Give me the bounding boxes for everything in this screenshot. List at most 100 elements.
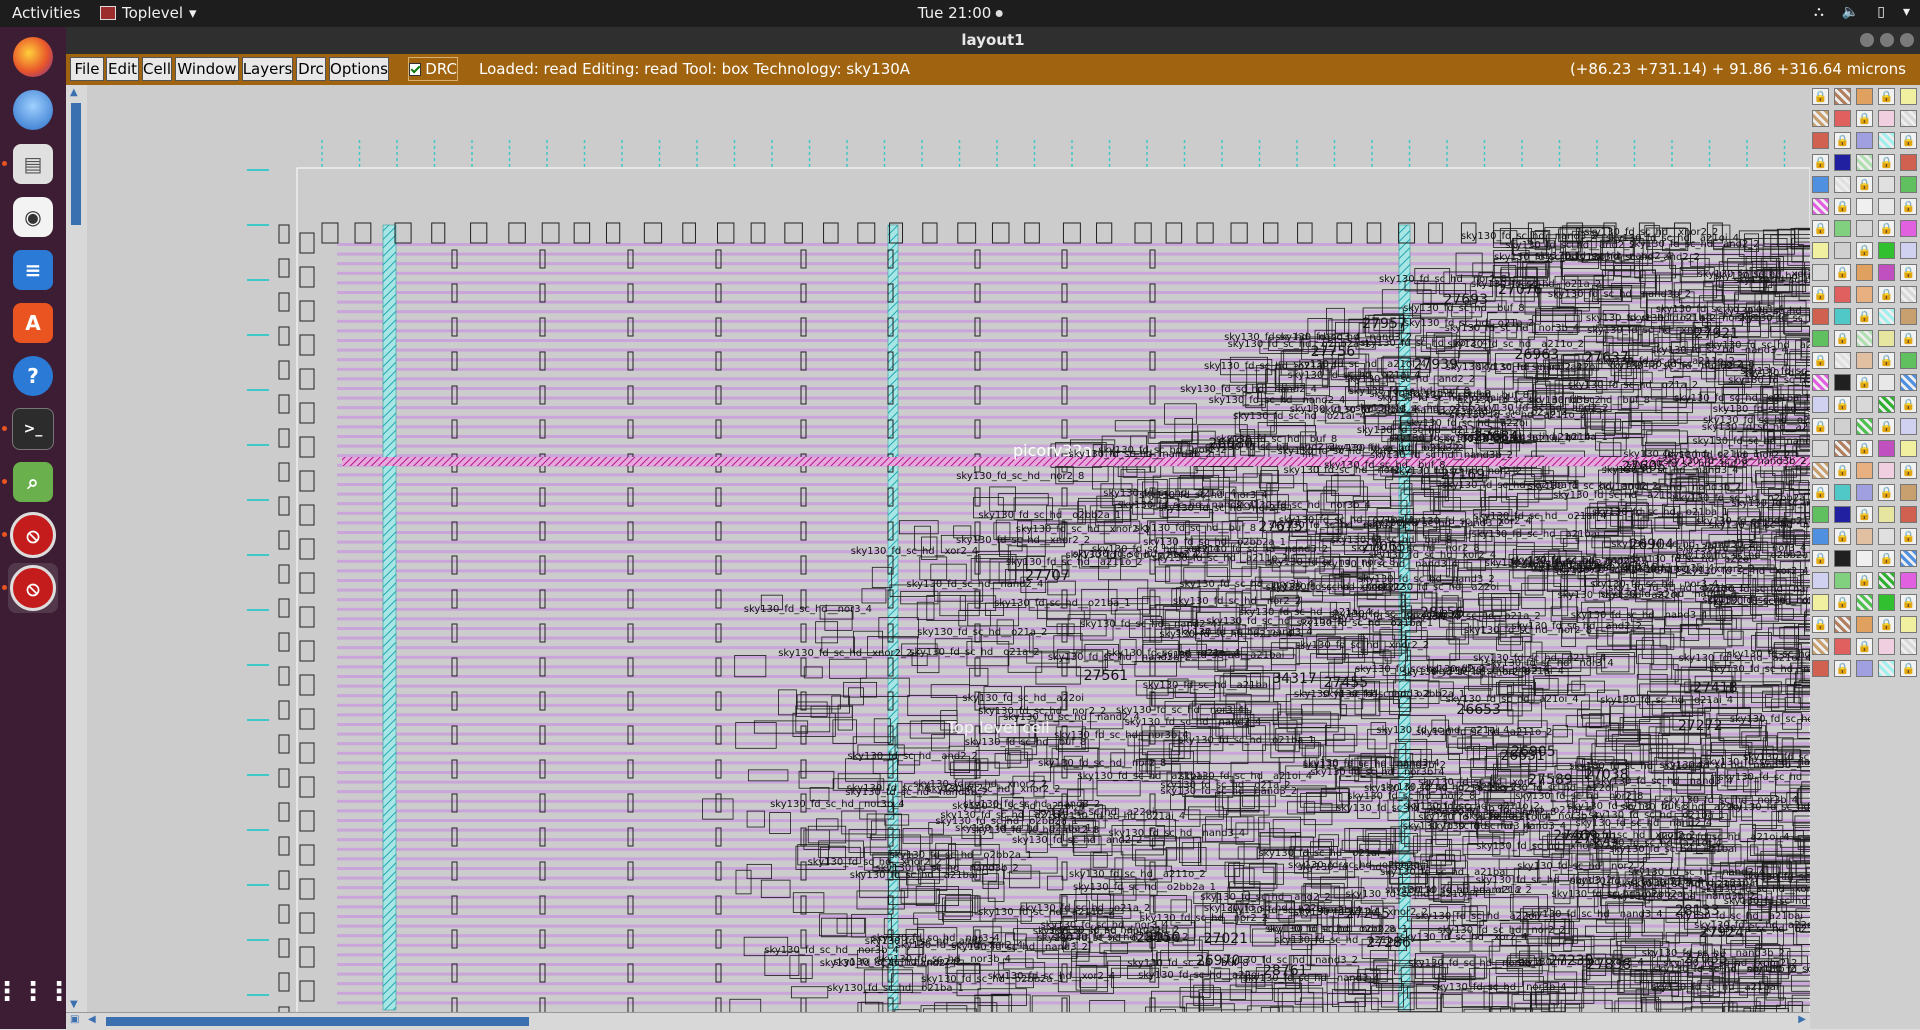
minimize-button[interactable] — [1860, 33, 1874, 47]
chevron-down-icon[interactable]: ▾ — [1903, 4, 1910, 20]
layer-swatch[interactable] — [1856, 154, 1873, 171]
dock-writer[interactable]: ≡ — [8, 245, 58, 295]
layer-swatch[interactable] — [1878, 506, 1895, 523]
layer-swatch[interactable] — [1856, 88, 1873, 105]
layer-swatch[interactable] — [1834, 374, 1851, 391]
window-title-bar[interactable]: layout1 — [66, 27, 1920, 54]
menu-edit[interactable]: Edit — [106, 57, 139, 81]
layer-swatch[interactable]: 🔒 — [1812, 220, 1829, 237]
layer-swatch[interactable]: 🔒 — [1834, 528, 1851, 545]
layer-swatch[interactable]: 🔒 — [1812, 154, 1829, 171]
layer-swatch[interactable]: 🔒 — [1856, 638, 1873, 655]
menu-drc[interactable]: Drc — [296, 57, 326, 81]
menu-window[interactable]: Window — [175, 57, 239, 81]
layer-swatch[interactable] — [1834, 418, 1851, 435]
layer-swatch[interactable] — [1900, 418, 1917, 435]
dock-magic[interactable]: ⦸ — [2, 510, 58, 560]
layer-swatch[interactable]: 🔒 — [1900, 330, 1917, 347]
layer-swatch[interactable]: 🔒 — [1856, 110, 1873, 127]
horizontal-scroll-thumb[interactable] — [106, 1017, 529, 1026]
zoom-box-icon[interactable]: ▣ — [70, 1014, 79, 1025]
layer-swatch[interactable]: 🔒 — [1834, 462, 1851, 479]
layer-swatch[interactable] — [1812, 198, 1829, 215]
layer-swatch[interactable] — [1834, 154, 1851, 171]
layer-swatch[interactable] — [1856, 462, 1873, 479]
layer-swatch[interactable] — [1834, 616, 1851, 633]
layer-swatch[interactable] — [1856, 396, 1873, 413]
horizontal-scrollbar[interactable]: ▣ ◀ ▶ — [66, 1012, 1810, 1030]
layer-swatch[interactable]: 🔒 — [1812, 88, 1829, 105]
layer-swatch[interactable]: 🔒 — [1878, 220, 1895, 237]
layer-swatch[interactable] — [1856, 418, 1873, 435]
layer-swatch[interactable] — [1812, 176, 1829, 193]
layer-swatch[interactable] — [1900, 484, 1917, 501]
layer-swatch[interactable]: 🔒 — [1856, 374, 1873, 391]
layer-swatch[interactable] — [1812, 528, 1829, 545]
layer-swatch[interactable] — [1812, 242, 1829, 259]
layer-swatch[interactable]: 🔒 — [1878, 616, 1895, 633]
layer-swatch[interactable] — [1900, 572, 1917, 589]
layer-swatch[interactable] — [1834, 572, 1851, 589]
layer-swatch[interactable]: 🔒 — [1900, 528, 1917, 545]
layer-swatch[interactable] — [1812, 330, 1829, 347]
layer-swatch[interactable] — [1900, 220, 1917, 237]
layer-swatch[interactable] — [1878, 132, 1895, 149]
layer-swatch[interactable] — [1834, 88, 1851, 105]
layer-swatch[interactable]: 🔒 — [1856, 440, 1873, 457]
layer-swatch[interactable] — [1812, 374, 1829, 391]
layer-swatch[interactable] — [1834, 352, 1851, 369]
layer-swatch[interactable] — [1856, 352, 1873, 369]
layer-swatch[interactable] — [1878, 330, 1895, 347]
layer-swatch[interactable] — [1900, 550, 1917, 567]
menu-layers[interactable]: Layers — [242, 57, 293, 81]
layer-swatch[interactable]: 🔒 — [1878, 418, 1895, 435]
layer-swatch[interactable]: 🔒 — [1812, 616, 1829, 633]
layer-swatch[interactable] — [1878, 638, 1895, 655]
layer-swatch[interactable] — [1834, 484, 1851, 501]
layer-swatch[interactable] — [1900, 154, 1917, 171]
layer-swatch[interactable]: 🔒 — [1856, 506, 1873, 523]
layer-swatch[interactable] — [1812, 594, 1829, 611]
layer-swatch[interactable] — [1856, 220, 1873, 237]
layer-swatch[interactable] — [1900, 110, 1917, 127]
layer-swatch[interactable] — [1834, 506, 1851, 523]
layer-swatch[interactable] — [1812, 264, 1829, 281]
maximize-button[interactable] — [1880, 33, 1894, 47]
layout-canvas[interactable]: picorv32a Top level cell sky130_fd_sc_hd… — [87, 85, 1810, 1012]
layer-swatch[interactable]: 🔒 — [1812, 418, 1829, 435]
close-button[interactable] — [1900, 33, 1914, 47]
dock-thunderbird[interactable] — [8, 85, 58, 135]
layer-swatch[interactable]: 🔒 — [1900, 660, 1917, 677]
layer-swatch[interactable] — [1878, 528, 1895, 545]
dock-show-apps[interactable]: ⋮⋮⋮ — [0, 967, 72, 1017]
scroll-up-icon[interactable]: ▲ — [70, 87, 78, 98]
layer-swatch[interactable] — [1878, 440, 1895, 457]
layer-swatch[interactable] — [1856, 264, 1873, 281]
layer-swatch[interactable] — [1812, 462, 1829, 479]
dock-terminal[interactable]: >_ — [2, 404, 58, 454]
layer-swatch[interactable] — [1834, 638, 1851, 655]
layer-swatch[interactable] — [1878, 660, 1895, 677]
network-icon[interactable]: ⛬ — [1814, 4, 1824, 20]
layer-swatch[interactable] — [1878, 308, 1895, 325]
dock-firefox[interactable] — [8, 32, 58, 82]
layer-swatch[interactable] — [1878, 176, 1895, 193]
layer-swatch[interactable]: 🔒 — [1900, 198, 1917, 215]
layer-swatch[interactable] — [1856, 330, 1873, 347]
layer-swatch[interactable] — [1856, 198, 1873, 215]
layer-swatch[interactable] — [1812, 110, 1829, 127]
layer-swatch[interactable]: 🔒 — [1812, 484, 1829, 501]
layer-swatch[interactable] — [1834, 308, 1851, 325]
layer-swatch[interactable] — [1834, 110, 1851, 127]
layer-swatch[interactable] — [1834, 440, 1851, 457]
vertical-scroll-thumb[interactable] — [71, 103, 81, 225]
layer-swatch[interactable]: 🔒 — [1856, 308, 1873, 325]
layer-swatch[interactable]: 🔒 — [1856, 572, 1873, 589]
menu-cell[interactable]: Cell — [142, 57, 172, 81]
layer-swatch[interactable] — [1900, 242, 1917, 259]
layer-swatch[interactable]: 🔒 — [1856, 176, 1873, 193]
layer-swatch[interactable] — [1812, 572, 1829, 589]
layer-swatch[interactable] — [1856, 660, 1873, 677]
scroll-right-icon[interactable]: ▶ — [1798, 1014, 1806, 1025]
vertical-scrollbar[interactable]: ▲ ▼ — [66, 85, 88, 1012]
